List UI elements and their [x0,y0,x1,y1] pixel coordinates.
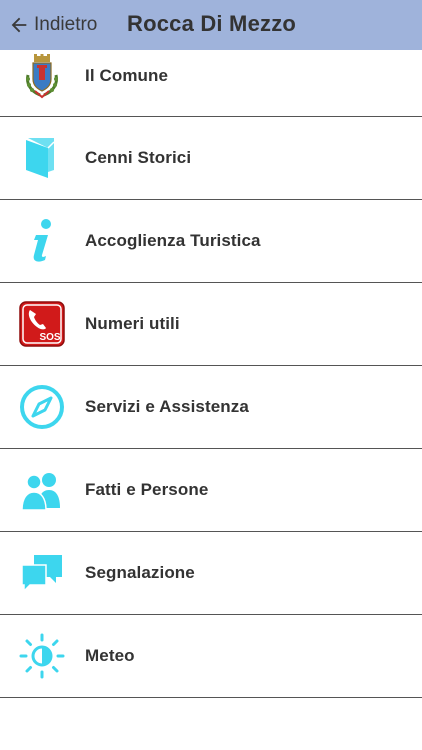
book-icon [17,133,67,183]
menu-item-il-comune[interactable]: Il Comune [0,50,422,117]
menu-item-label: Accoglienza Turistica [85,231,261,250]
menu-item-label: Numeri utili [85,314,180,333]
chat-bubbles-icon [17,548,67,598]
sos-text: SOS [39,332,60,343]
back-button[interactable]: Indietro [8,9,97,41]
menu-item-segnalazione[interactable]: Segnalazione [0,532,422,615]
menu-item-accoglienza-turistica[interactable]: Accoglienza Turistica [0,200,422,283]
sos-phone-icon: SOS [17,299,67,349]
menu-item-numeri-utili[interactable]: SOS Numeri utili [0,283,422,366]
menu-item-cenni-storici[interactable]: Cenni Storici [0,117,422,200]
compass-icon [17,382,67,432]
menu-item-label: Meteo [85,646,135,665]
menu-list: Il Comune Cenni Storici Accoglienza Turi… [0,50,422,698]
menu-item-meteo[interactable]: Meteo [0,615,422,698]
app-header: Indietro Rocca Di Mezzo [0,0,422,50]
menu-item-label: Servizi e Assistenza [85,397,249,416]
menu-item-label: Fatti e Persone [85,480,209,499]
back-label: Indietro [34,14,98,35]
coat-of-arms-icon [17,52,67,102]
people-icon [17,465,67,515]
menu-item-servizi-e-assistenza[interactable]: Servizi e Assistenza [0,366,422,449]
page-title: Rocca Di Mezzo [127,11,297,36]
menu-item-label: Segnalazione [85,563,195,582]
info-icon [17,216,67,266]
arrow-left-icon [11,17,27,33]
menu-item-label: Cenni Storici [85,148,192,167]
menu-item-fatti-e-persone[interactable]: Fatti e Persone [0,449,422,532]
menu-item-label: Il Comune [85,66,169,85]
weather-icon [17,631,67,681]
